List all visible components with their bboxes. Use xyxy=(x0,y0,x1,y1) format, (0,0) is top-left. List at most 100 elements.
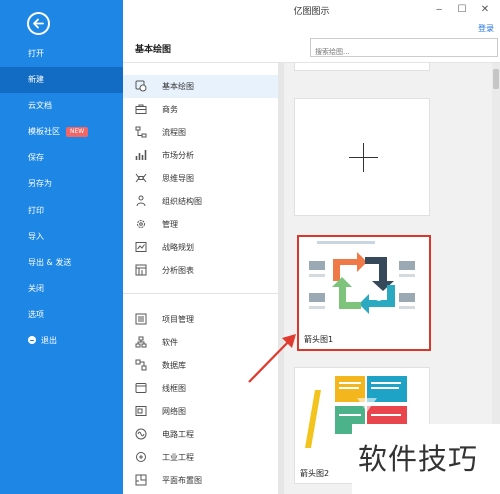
category-label: 市场分析 xyxy=(162,151,194,160)
category-label: 组织结构图 xyxy=(162,197,202,206)
wireframe-icon xyxy=(135,383,147,393)
category-market-analysis[interactable]: 市场分析 xyxy=(123,144,278,167)
category-label: 基本绘图 xyxy=(162,82,194,91)
sidebar-item-open[interactable]: 打开 xyxy=(0,41,123,67)
category-label: 项目管理 xyxy=(162,315,194,324)
template-label: 箭头图1 xyxy=(304,335,334,344)
category-circuit[interactable]: 电路工程 xyxy=(123,423,278,446)
project-icon xyxy=(135,313,147,325)
category-label: 数据库 xyxy=(162,361,186,370)
flowchart-icon xyxy=(135,126,147,138)
category-strategy[interactable]: 战略规划 xyxy=(123,236,278,259)
login-link[interactable]: 登录 xyxy=(478,23,494,34)
category-software[interactable]: 软件 xyxy=(123,331,278,354)
category-label: 工业工程 xyxy=(162,453,194,462)
new-badge: NEW xyxy=(66,126,89,137)
sidebar-item-label: 另存为 xyxy=(28,179,52,188)
minimize-button[interactable]: ‒ xyxy=(432,3,446,17)
sidebar-item-save[interactable]: 保存 xyxy=(0,145,123,171)
sidebar-item-close[interactable]: 关闭 xyxy=(0,276,123,302)
back-button[interactable] xyxy=(27,12,50,35)
software-icon xyxy=(135,336,147,348)
category-wireframe[interactable]: 线框图 xyxy=(123,377,278,400)
sidebar-item-label: 保存 xyxy=(28,153,44,162)
category-label: 线框图 xyxy=(162,384,186,393)
watermark: 软件技巧 xyxy=(352,424,500,494)
industry-icon xyxy=(136,452,146,462)
analysis-icon xyxy=(135,264,147,276)
floorplan-icon xyxy=(135,474,147,486)
sidebar-item-label: 选项 xyxy=(28,310,44,319)
sidebar-item-label: 导入 xyxy=(28,232,44,241)
arrow-diagram-thumbnail xyxy=(309,241,415,314)
sidebar-item-cloud-docs[interactable]: 云文档 xyxy=(0,93,123,119)
category-label: 流程图 xyxy=(162,128,186,137)
plus-icon xyxy=(363,143,364,172)
category-list: 基本绘图 商务 流程图 市场分析 思维导图 组织结构图 管理 战略规划 分析图表… xyxy=(123,63,278,494)
sidebar-item-new[interactable]: 新建 xyxy=(0,67,123,93)
search-box[interactable] xyxy=(310,38,498,61)
sidebar-item-options[interactable]: 选项 xyxy=(0,302,123,328)
sidebar-item-label: 关闭 xyxy=(28,284,44,293)
template-card-partial[interactable] xyxy=(294,63,430,71)
category-label: 分析图表 xyxy=(162,266,194,275)
category-mind-map[interactable]: 思维导图 xyxy=(123,167,278,190)
network-icon xyxy=(135,406,147,416)
sidebar-item-template-community[interactable]: 模板社区 NEW xyxy=(0,119,123,145)
category-database[interactable]: 数据库 xyxy=(123,354,278,377)
category-label: 软件 xyxy=(162,338,178,347)
category-label: 战略规划 xyxy=(162,243,194,252)
section-title: 基本绘图 xyxy=(135,45,172,55)
category-label: 平面布置图 xyxy=(162,476,202,485)
mindmap-icon xyxy=(135,173,147,183)
title-bar: 亿图图示 ‒ ☐ ✕ xyxy=(123,0,500,20)
category-floor-plan[interactable]: 平面布置图 xyxy=(123,469,278,492)
template-card-blank[interactable] xyxy=(294,98,430,216)
category-network[interactable]: 网络图 xyxy=(123,400,278,423)
category-label: 管理 xyxy=(162,220,178,229)
category-label: 电路工程 xyxy=(162,430,194,439)
sidebar-item-label: 云文档 xyxy=(28,101,52,110)
category-label: 商务 xyxy=(162,105,178,114)
sidebar-item-print[interactable]: 打印 xyxy=(0,198,123,224)
sidebar-item-label: 模板社区 xyxy=(28,127,60,136)
category-industrial[interactable]: 工业工程 xyxy=(123,446,278,469)
sidebar-item-label: 打开 xyxy=(28,49,44,58)
category-analysis-charts[interactable]: 分析图表 xyxy=(123,259,278,282)
sidebar-item-save-as[interactable]: 另存为 xyxy=(0,171,123,197)
category-divider xyxy=(123,293,278,294)
watermark-text: 软件技巧 xyxy=(358,442,479,476)
arrow-left-icon xyxy=(33,18,44,29)
sidebar-item-exit[interactable]: 退出 xyxy=(0,328,123,354)
template-card-arrow-1[interactable]: 箭头图1 xyxy=(297,235,431,351)
basic-shape-icon xyxy=(135,80,147,92)
sidebar-item-export-send[interactable]: 导出 & 发送 xyxy=(0,250,123,276)
category-label: 思维导图 xyxy=(162,174,194,183)
sidebar-item-label: 导出 & 发送 xyxy=(28,258,72,267)
category-management[interactable]: 管理 xyxy=(123,213,278,236)
scrollbar-thumb[interactable] xyxy=(493,69,499,89)
template-label: 箭头图2 xyxy=(300,469,330,478)
category-label: 网络图 xyxy=(162,407,186,416)
gear-icon xyxy=(137,220,145,228)
database-icon xyxy=(135,359,147,371)
category-basic-drawing[interactable]: 基本绘图 xyxy=(123,75,278,98)
sidebar-item-label: 打印 xyxy=(28,206,44,215)
app-window: 打开 新建 云文档 模板社区 NEW 保存 另存为 打印 导入 导出 & 发送 关… xyxy=(0,0,500,494)
category-org-chart[interactable]: 组织结构图 xyxy=(123,190,278,213)
category-flowchart[interactable]: 流程图 xyxy=(123,121,278,144)
search-input[interactable] xyxy=(311,43,497,61)
sidebar-item-label: 新建 xyxy=(28,75,44,84)
sidebar-item-import[interactable]: 导入 xyxy=(0,224,123,250)
category-project-management[interactable]: 项目管理 xyxy=(123,308,278,331)
minus-circle-icon xyxy=(28,336,36,344)
sidebar-item-label: 退出 xyxy=(41,336,57,345)
category-business[interactable]: 商务 xyxy=(123,98,278,121)
briefcase-icon xyxy=(135,104,147,114)
maximize-button[interactable]: ☐ xyxy=(455,3,469,17)
bar-chart-icon xyxy=(135,150,147,160)
strategy-icon xyxy=(135,242,147,252)
close-window-button[interactable]: ✕ xyxy=(478,3,492,17)
org-chart-icon xyxy=(136,195,146,207)
sidebar: 打开 新建 云文档 模板社区 NEW 保存 另存为 打印 导入 导出 & 发送 关… xyxy=(0,0,123,494)
